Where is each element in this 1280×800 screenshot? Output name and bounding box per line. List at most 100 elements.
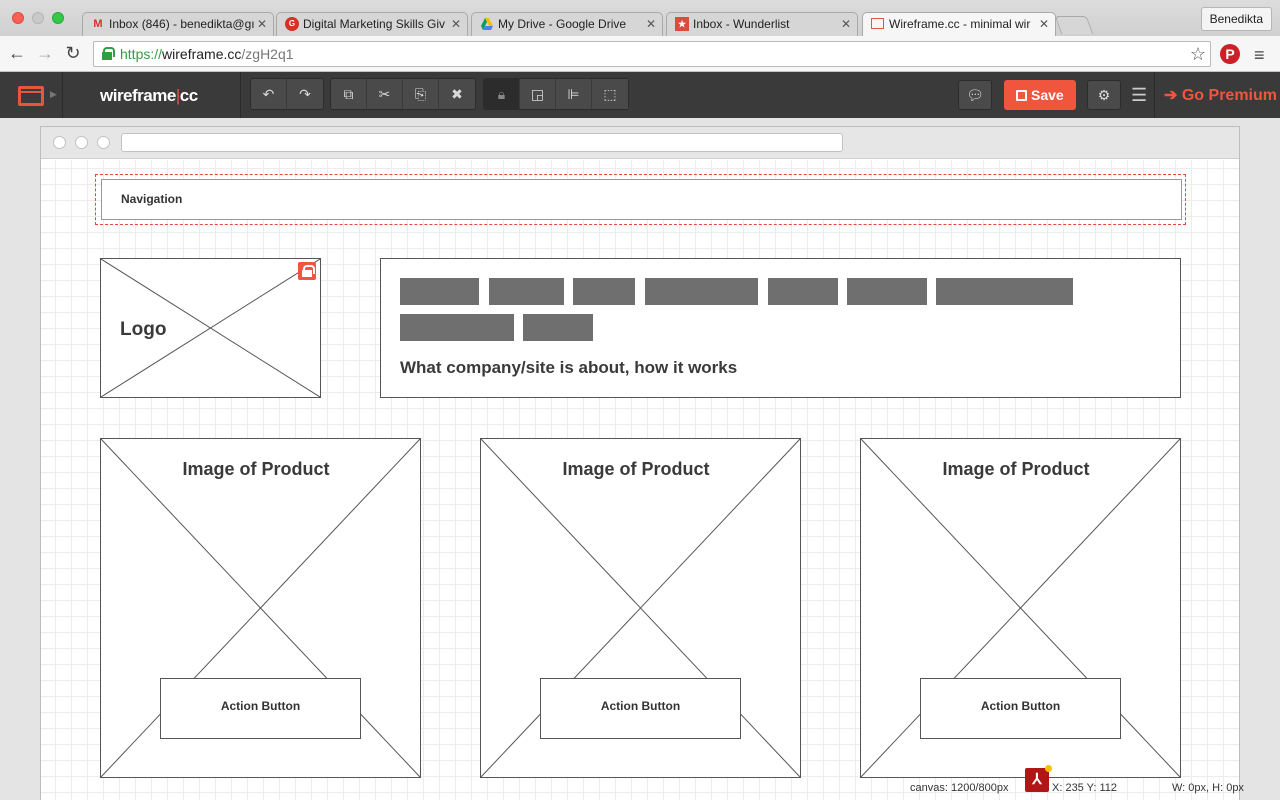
delete-icon[interactable]: ✖	[439, 79, 475, 109]
text-placeholder-block	[573, 278, 635, 305]
brand-right: cc	[179, 86, 198, 105]
premium-label: Go Premium	[1181, 87, 1277, 104]
tab-strip: M Inbox (846) - benedikta@gı ✕ G Digital…	[0, 0, 1280, 36]
app-toolbar: ▶ wireframe|cc ↶ ↷ ⧉ ✂ ⎘ ✖ 🔒︎ ◲ ⊫ ⬚ 💬︎ S…	[0, 72, 1280, 118]
redo-icon[interactable]: ↷	[287, 79, 323, 109]
logo-placeholder[interactable]: Logo	[100, 258, 321, 398]
close-icon[interactable]: ✕	[451, 17, 461, 31]
text-placeholder-block	[400, 314, 514, 341]
close-icon[interactable]: ✕	[1039, 17, 1049, 31]
browser-menu-icon[interactable]: ≡	[1254, 45, 1265, 66]
arrow-right-icon: ➔	[1164, 87, 1178, 104]
close-icon[interactable]: ✕	[841, 17, 851, 31]
text-placeholder-block	[936, 278, 1073, 305]
window-close-button[interactable]	[12, 12, 24, 24]
mock-url-bar	[121, 133, 843, 152]
group-icon[interactable]: ⬚	[592, 79, 628, 109]
about-text: What company/site is about, how it works	[400, 358, 738, 377]
text-placeholder-block	[768, 278, 838, 305]
address-bar[interactable]: https://wireframe.cc/zgH2q1 ☆	[93, 41, 1211, 67]
divider	[240, 72, 241, 118]
hamburger-menu-icon[interactable]: ☰	[1131, 85, 1147, 106]
paste-icon[interactable]: ⎘	[403, 79, 439, 109]
comment-icon[interactable]: 💬︎	[958, 80, 992, 110]
close-icon[interactable]: ✕	[646, 17, 656, 31]
back-icon[interactable]: ←	[6, 42, 28, 64]
product-title: Image of Product	[182, 459, 330, 479]
action-button-label: Action Button	[980, 699, 1061, 713]
lock-toggle-icon[interactable]: 🔒︎	[484, 79, 520, 109]
url-protocol: https://	[120, 46, 163, 62]
navigation-element[interactable]: Navigation	[101, 179, 1182, 220]
chevron-right-icon: ▶	[50, 89, 57, 99]
mock-dot	[53, 136, 66, 149]
text-placeholder-block	[847, 278, 927, 305]
canvas-size-status: canvas: 1200/800px	[910, 782, 1009, 794]
product-title: Image of Product	[562, 459, 710, 479]
gmail-icon: M	[93, 18, 103, 30]
url-host: wireframe.cc	[162, 46, 242, 62]
window-minimize-button[interactable]	[32, 12, 44, 24]
cursor-coords-status: X: 235 Y: 112	[1052, 782, 1118, 794]
tab-title: Wireframe.cc - minimal wir	[889, 17, 1031, 31]
about-section[interactable]: What company/site is about, how it works	[380, 258, 1181, 398]
app-menu-icon[interactable]	[18, 86, 44, 106]
undo-icon[interactable]: ↶	[251, 79, 287, 109]
tab-gmail[interactable]: M Inbox (846) - benedikta@gı ✕	[82, 12, 274, 36]
logo-label: Logo	[120, 319, 167, 340]
lock-icon	[102, 47, 115, 60]
product-title: Image of Product	[942, 459, 1090, 479]
action-button[interactable]: Action Button	[160, 678, 361, 739]
window-zoom-button[interactable]	[52, 12, 64, 24]
product-card-1[interactable]: Image of Product Action Button	[100, 438, 421, 778]
save-label: Save	[1031, 87, 1064, 103]
wunderlist-icon: ★	[675, 17, 689, 31]
action-button-label: Action Button	[600, 699, 681, 713]
bookmark-star-icon[interactable]: ☆	[1190, 44, 1206, 65]
tab-google-drive[interactable]: My Drive - Google Drive ✕	[471, 12, 663, 36]
text-placeholder-block	[400, 278, 479, 305]
brand-left: wireframe	[100, 86, 176, 105]
wireframe-icon	[871, 18, 884, 29]
mock-dot	[75, 136, 88, 149]
product-card-2[interactable]: Image of Product Action Button	[480, 438, 801, 778]
close-icon[interactable]: ✕	[257, 17, 267, 31]
tab-title: Inbox - Wunderlist	[693, 17, 790, 31]
selection-size-status: W: 0px, H: 0px	[1172, 782, 1244, 794]
navigation-label: Navigation	[121, 192, 183, 206]
browser-toolbar: ← → ↻ https://wireframe.cc/zgH2q1 ☆ P ≡	[0, 36, 1280, 72]
product-card-3[interactable]: Image of Product Action Button	[860, 438, 1181, 778]
save-button[interactable]: Save	[1004, 80, 1076, 110]
tab-wunderlist[interactable]: ★ Inbox - Wunderlist ✕	[666, 12, 858, 36]
align-icon[interactable]: ⊫	[556, 79, 592, 109]
text-placeholder-block	[489, 278, 564, 305]
cut-icon[interactable]: ✂	[367, 79, 403, 109]
settings-gear-icon[interactable]: ⚙	[1087, 80, 1121, 110]
pdf-export-icon[interactable]: ⅄	[1025, 765, 1052, 792]
copy-icon[interactable]: ⧉	[331, 79, 367, 109]
divider	[1154, 72, 1155, 118]
canvas-area: Navigation Logo What company/site is abo…	[0, 118, 1280, 800]
action-button[interactable]: Action Button	[540, 678, 741, 739]
clipboard-group: ⧉ ✂ ⎘ ✖	[330, 78, 476, 110]
reload-icon[interactable]: ↻	[62, 42, 84, 64]
pinterest-icon[interactable]: P	[1220, 44, 1240, 64]
brand-logo: wireframe|cc	[100, 86, 198, 106]
history-group: ↶ ↷	[250, 78, 324, 110]
floppy-disk-icon	[1016, 90, 1027, 101]
mock-browser-bar	[41, 127, 1239, 159]
lock-icon[interactable]	[298, 262, 316, 280]
wireframe-canvas[interactable]: Navigation Logo What company/site is abo…	[40, 126, 1240, 800]
tab-title: Inbox (846) - benedikta@gı	[109, 17, 255, 31]
profile-button[interactable]: Benedikta	[1200, 7, 1272, 31]
tab-digital-marketing[interactable]: G Digital Marketing Skills Giv ✕	[276, 12, 468, 36]
new-tab-button[interactable]	[1054, 16, 1094, 34]
text-placeholder-block	[523, 314, 593, 341]
tab-wireframe[interactable]: Wireframe.cc - minimal wir ✕	[862, 12, 1056, 36]
digital-marketing-icon: G	[285, 17, 299, 31]
go-premium-link[interactable]: ➔ Go Premium	[1164, 85, 1277, 105]
action-button[interactable]: Action Button	[920, 678, 1121, 739]
forward-icon[interactable]: →	[34, 42, 56, 64]
google-drive-icon	[480, 17, 494, 31]
bring-front-icon[interactable]: ◲	[520, 79, 556, 109]
